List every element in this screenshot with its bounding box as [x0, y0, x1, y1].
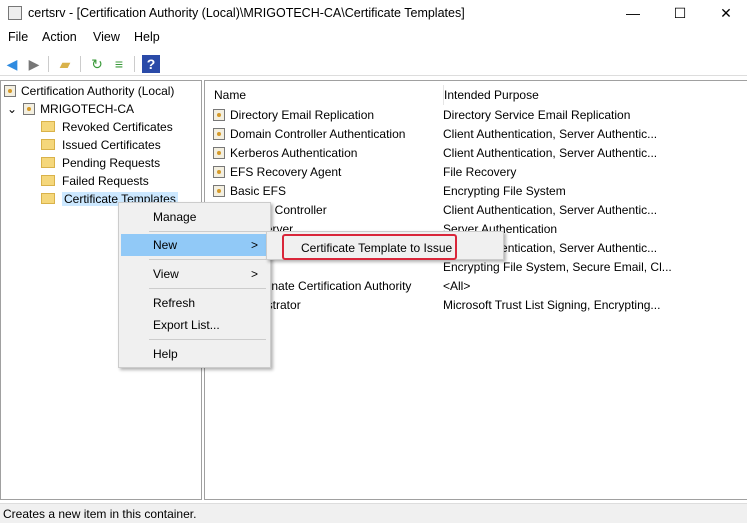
maximize-button[interactable]: ☐: [657, 0, 703, 28]
submenu-arrow-icon: >: [250, 238, 258, 252]
menu-item-certificate-template-to-issue[interactable]: Certificate Template to Issue: [282, 234, 457, 260]
context-menu: Manage New > View > Refresh Export List...…: [118, 202, 271, 368]
toolbar-separator: [80, 56, 81, 72]
menu-help[interactable]: Help: [134, 30, 160, 44]
help-icon[interactable]: ?: [142, 55, 160, 73]
intended-purpose: Client Authentication, Server Authentic.…: [443, 127, 658, 141]
folder-icon: [41, 175, 55, 186]
menu-file[interactable]: File: [8, 30, 28, 44]
template-name: Domain Controller Authentication: [230, 127, 406, 141]
column-header-purpose[interactable]: Intended Purpose: [443, 85, 539, 105]
submenu-arrow-icon: >: [250, 267, 258, 281]
minimize-button[interactable]: —: [610, 0, 656, 28]
intended-purpose: File Recovery: [443, 165, 517, 179]
refresh-icon[interactable]: ↻: [88, 55, 106, 73]
list-pane: Name Intended Purpose Directory Email Re…: [204, 80, 747, 500]
intended-purpose: Microsoft Trust List Signing, Encrypting…: [443, 298, 661, 312]
status-bar: Creates a new item in this container.: [0, 503, 747, 523]
intended-purpose: Encrypting File System, Secure Email, Cl…: [443, 260, 672, 274]
menu-item-view-label: View: [153, 267, 179, 281]
column-header-name[interactable]: Name: [214, 85, 246, 105]
template-name: EFS Recovery Agent: [230, 165, 342, 179]
folder-icon: [41, 157, 55, 168]
toolbar: ◀ ▶ ▰ ↻ ≡ ?: [0, 52, 747, 76]
menu-bar: File Action View Help: [0, 30, 747, 48]
menu-separator: [149, 259, 266, 260]
template-name: Basic EFS: [230, 184, 287, 198]
folder-icon: [41, 121, 55, 132]
menu-separator: [149, 339, 266, 340]
menu-separator: [149, 288, 266, 289]
table-row[interactable]: Directory Email Replication Directory Ser…: [213, 106, 743, 125]
menu-item-view[interactable]: View >: [121, 263, 268, 285]
submenu-new: Certificate Template to Issue: [266, 231, 504, 260]
server-icon: [23, 103, 36, 115]
folder-icon: [41, 193, 55, 204]
toolbar-separator: [134, 56, 135, 72]
table-row[interactable]: Subordinate Certification Authority <All>: [213, 277, 743, 296]
folder-icon: [41, 139, 55, 150]
menu-item-help[interactable]: Help: [121, 343, 268, 365]
menu-separator: [149, 231, 266, 232]
menu-item-new[interactable]: New >: [121, 234, 268, 256]
intended-purpose: Directory Service Email Replication: [443, 108, 631, 122]
app-icon: [8, 6, 22, 20]
menu-action[interactable]: Action: [42, 30, 77, 44]
table-row[interactable]: Domain Controller Authentication Client A…: [213, 125, 743, 144]
table-row[interactable]: UserEncrypting File System, Secure Email…: [213, 258, 743, 277]
tree-item-pending[interactable]: Pending Requests: [41, 154, 160, 172]
tree-ca[interactable]: ⌄ MRIGOTECH-CA: [7, 100, 134, 118]
certificate-template-icon: [213, 109, 225, 121]
certificate-template-icon: [213, 166, 225, 178]
tree-item-revoked[interactable]: Revoked Certificates: [41, 118, 173, 136]
certificate-authority-icon: [4, 85, 16, 97]
tree-item-issued[interactable]: Issued Certificates: [41, 136, 161, 154]
intended-purpose: Client Authentication, Server Authentic.…: [443, 203, 658, 217]
forward-icon[interactable]: ▶: [25, 55, 43, 73]
menu-item-manage[interactable]: Manage: [121, 206, 268, 228]
intended-purpose: Encrypting File System: [443, 184, 566, 198]
expand-chevron-icon[interactable]: ⌄: [7, 102, 17, 116]
template-name: Directory Email Replication: [230, 108, 375, 122]
export-list-icon[interactable]: ≡: [110, 55, 128, 73]
intended-purpose: Client Authentication, Server Authentic.…: [443, 146, 658, 160]
menu-item-refresh[interactable]: Refresh: [121, 292, 268, 314]
title-bar: certsrv - [Certification Authority (Loca…: [0, 0, 747, 28]
toolbar-separator: [48, 56, 49, 72]
window-title: certsrv - [Certification Authority (Loca…: [28, 6, 465, 20]
table-row[interactable]: Domain Controller Client Authentication, …: [213, 201, 743, 220]
menu-item-export-list[interactable]: Export List...: [121, 314, 268, 336]
close-button[interactable]: ✕: [703, 0, 747, 28]
menu-view[interactable]: View: [93, 30, 120, 44]
template-name: Kerberos Authentication: [230, 146, 358, 160]
certificate-template-icon: [213, 147, 225, 159]
certificate-template-icon: [213, 185, 225, 197]
table-row[interactable]: Kerberos Authentication Client Authentica…: [213, 144, 743, 163]
certificate-template-icon: [213, 128, 225, 140]
up-folder-icon[interactable]: ▰: [56, 55, 74, 73]
back-icon[interactable]: ◀: [3, 55, 21, 73]
table-row[interactable]: AdministratorMicrosoft Trust List Signin…: [213, 296, 743, 315]
table-row[interactable]: Basic EFS Encrypting File System: [213, 182, 743, 201]
menu-item-new-label: New: [153, 238, 178, 252]
table-row[interactable]: EFS Recovery Agent File Recovery: [213, 163, 743, 182]
tree-item-failed[interactable]: Failed Requests: [41, 172, 149, 190]
tree-root[interactable]: Certification Authority (Local): [4, 82, 174, 100]
intended-purpose: <All>: [443, 279, 471, 293]
